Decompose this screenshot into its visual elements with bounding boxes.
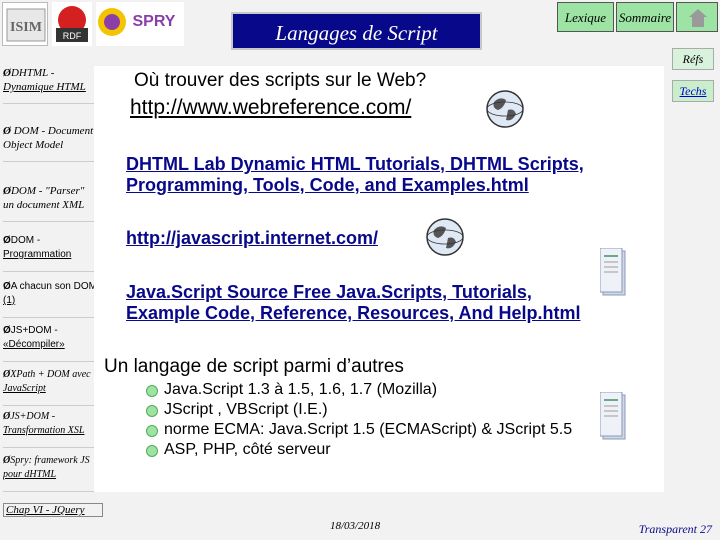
nav-item-dom-parser[interactable]: ØDOM - "Parser" un document XML [3, 184, 94, 222]
isim-logo: ISIM [2, 2, 48, 46]
spry-logo: SPRY [96, 2, 184, 46]
chap-jquery-link[interactable]: Chap VI - JQuery [3, 503, 103, 517]
javascript-internet-url[interactable]: http://javascript.internet.com/ [126, 228, 378, 249]
section-heading: Un langage de script parmi d’autres [104, 356, 404, 377]
question-heading: Où trouver des scripts sur le Web? [134, 70, 427, 91]
slide-number: Transparent 27 [638, 522, 712, 536]
nav-item-spry[interactable]: ØSpry: framework JS pour dHTML [3, 454, 94, 492]
nav-item-dhtml[interactable]: ØDHTML - Dynamique HTML [3, 66, 94, 104]
home-button[interactable] [676, 2, 718, 32]
refs-button[interactable]: Réfs [672, 48, 714, 70]
slide-date: 18/03/2018 [330, 520, 381, 532]
list-item: JScript , VBScript (I.E.) [146, 400, 572, 420]
techs-link[interactable]: Techs [672, 80, 714, 102]
svg-text:SPRY: SPRY [133, 13, 176, 30]
list-item: Java.Script 1.3 à 1.5, 1.6, 1.7 (Mozilla… [146, 380, 572, 400]
svg-text:RDF: RDF [63, 31, 82, 41]
lexique-button[interactable]: Lexique [557, 2, 614, 32]
nav-item-xpath[interactable]: ØXPath + DOM avec JavaScript [3, 368, 94, 406]
list-item: norme ECMA: Java.Script 1.5 (ECMAScript)… [146, 420, 572, 440]
webreference-url[interactable]: http://www.webreference.com/ [130, 96, 411, 120]
nav-item-decompiler[interactable]: ØJS+DOM - «Décompiler» [3, 324, 94, 362]
nav-item-dom-programmation[interactable]: ØDOM - Programmation [3, 234, 94, 272]
globe-icon [484, 88, 526, 130]
main-content: Où trouver des scripts sur le Web? http:… [94, 66, 664, 492]
dhtml-lab-link[interactable]: DHTML Lab Dynamic HTML Tutorials, DHTML … [126, 154, 584, 196]
svg-text:ISIM: ISIM [10, 20, 42, 35]
home-icon [689, 9, 707, 27]
left-navigation: ØDHTML - Dynamique HTML Ø DOM - Document… [0, 62, 94, 492]
document-thumbnail-icon [599, 391, 628, 442]
javascript-source-link[interactable]: Java.Script Source Free Java.Scripts, Tu… [126, 282, 580, 324]
list-item: ASP, PHP, côté serveur [146, 440, 572, 460]
sommaire-button[interactable]: Sommaire [616, 2, 674, 32]
rdf-logo: RDF [52, 2, 92, 46]
bullet-list: Java.Script 1.3 à 1.5, 1.6, 1.7 (Mozilla… [146, 380, 572, 460]
nav-item-dom[interactable]: Ø DOM - Document Object Model [3, 124, 94, 162]
nav-item-chacun-dom[interactable]: ØA chacun son DOM (1) [3, 280, 94, 318]
document-thumbnail-icon [599, 247, 628, 298]
nav-item-xsl[interactable]: ØJS+DOM - Transformation XSL [3, 410, 94, 448]
slide-title: Langages de Script [231, 12, 482, 50]
globe-icon [424, 216, 466, 258]
